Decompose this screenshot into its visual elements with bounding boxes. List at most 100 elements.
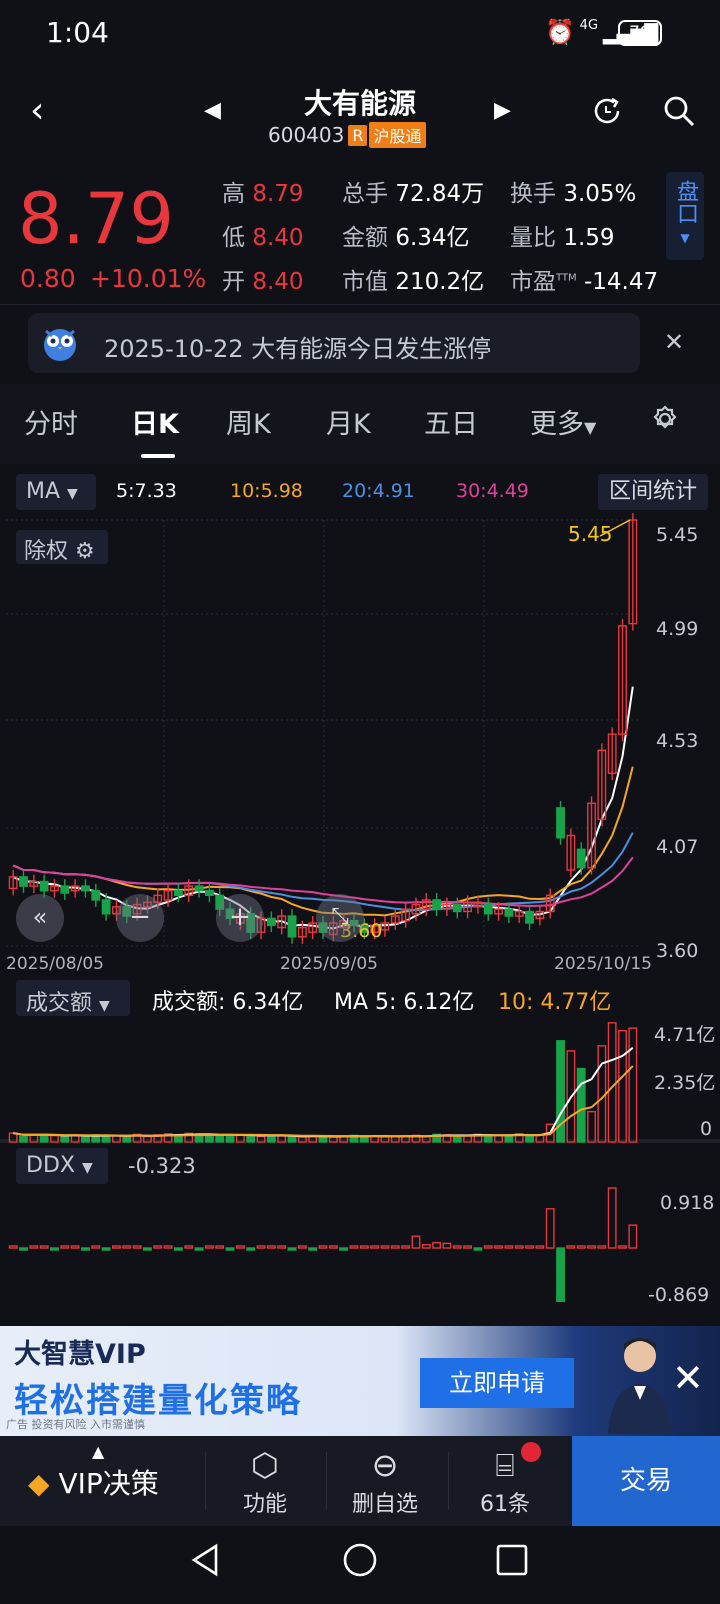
tag-connect[interactable]: 沪股通 (369, 122, 426, 148)
trade-button[interactable]: 交易 (572, 1436, 720, 1526)
volume-bar (225, 1135, 235, 1143)
news-text[interactable]: 2025-10-22 大有能源今日发生涨停 (104, 329, 491, 364)
network-type: 4G (579, 18, 599, 33)
search-icon[interactable] (662, 94, 696, 132)
x-label: 2025/08/05 (6, 954, 104, 974)
active-tab-indicator (141, 454, 175, 458)
ddx-bar (132, 1245, 142, 1249)
nav-back-icon[interactable] (188, 1542, 222, 1582)
volume-bar (297, 1136, 307, 1143)
candle-body (81, 885, 90, 892)
ddx-bar (525, 1245, 534, 1249)
ddx-bar (349, 1245, 359, 1249)
candle-body (432, 899, 442, 910)
y-label: 4.53 (656, 730, 699, 752)
ddx-bar (473, 1247, 483, 1251)
tab-monthly-k[interactable]: 月K (326, 402, 371, 441)
ad-apply-button[interactable]: 立即申请 (420, 1358, 574, 1408)
caret-down-icon: ▼ (584, 418, 597, 437)
adjust-button[interactable]: 除权 ⚙ (16, 530, 108, 564)
battery-indicator: 79 (618, 20, 662, 46)
candle-body (39, 880, 49, 892)
candle-body (19, 876, 28, 887)
nav-recents-icon[interactable] (496, 1544, 528, 1580)
ma-lines (12, 686, 634, 930)
ddx-bar (163, 1245, 173, 1249)
volume-bar (504, 1135, 514, 1143)
candle-body (266, 917, 276, 926)
stat-mktcap: 市值 210.2亿 (342, 269, 485, 295)
ddx-bar (421, 1244, 431, 1249)
volume-bar (143, 1135, 152, 1143)
volume-bar (19, 1135, 28, 1143)
ad-close-icon[interactable]: ✕ (672, 1356, 704, 1400)
x-label: 2025/09/05 (280, 954, 378, 974)
candle-body (483, 903, 493, 915)
zoom-out-icon[interactable]: − (116, 894, 164, 942)
back-button[interactable]: ‹ (30, 90, 44, 131)
indicator-select[interactable]: MA ▼ (16, 474, 96, 510)
ddx-bar (184, 1245, 194, 1249)
ad-brand: 大智慧VIP (14, 1339, 146, 1370)
close-icon[interactable]: ✕ (664, 328, 684, 356)
volume-bar (421, 1135, 431, 1143)
divider (0, 304, 720, 305)
volume-bars (8, 1022, 638, 1143)
vip-decision-button[interactable]: ◆ VIP决策 (28, 1462, 159, 1502)
caret-up-icon[interactable]: ▲ (92, 1442, 104, 1461)
ddx-bar (204, 1245, 214, 1249)
settings-gear-icon[interactable] (650, 404, 680, 438)
notification-dot (521, 1442, 541, 1462)
volume-indicator-select[interactable]: 成交额 ▼ (16, 980, 130, 1016)
vol-y-label: 2.35亿 (654, 1072, 716, 1094)
scroll-left-icon[interactable]: « (16, 894, 64, 942)
tab-weekly-k[interactable]: 周K (226, 402, 271, 441)
stat-open: 开 8.40 (222, 269, 304, 295)
ddx-bar (112, 1245, 121, 1249)
tab-more[interactable]: 更多▼ (530, 402, 596, 441)
tab-five-day[interactable]: 五日 (424, 402, 478, 441)
volume-bar (380, 1136, 390, 1143)
volume-amount: 成交额: 6.34亿 (152, 990, 304, 1015)
owl-icon (40, 323, 80, 367)
messages-button[interactable]: ⌸ 61条 (450, 1446, 560, 1518)
ma5-line (12, 686, 634, 930)
volume-bar (587, 1110, 596, 1143)
caret-down-icon: ▼ (680, 231, 690, 245)
ddx-bar (432, 1242, 442, 1249)
x-label: 2025/10/15 (554, 954, 652, 974)
tab-daily-k[interactable]: 日K (131, 402, 179, 441)
candle-body (504, 908, 514, 917)
stock-name: 大有能源 (303, 87, 416, 120)
volume-bar (122, 1136, 132, 1143)
tab-intraday[interactable]: 分时 (24, 402, 78, 441)
ddx-bar (318, 1245, 328, 1249)
prev-stock-button[interactable]: ◀ (204, 98, 221, 123)
ddx-bar (607, 1187, 617, 1249)
ad-person-image (600, 1330, 680, 1434)
range-stats-button[interactable]: 区间统计 (598, 474, 708, 510)
ddx-indicator-select[interactable]: DDX ▼ (16, 1148, 108, 1184)
next-stock-button[interactable]: ▶ (494, 98, 511, 123)
nav-home-icon[interactable] (342, 1542, 378, 1582)
zoom-in-icon[interactable]: + (216, 894, 264, 942)
ddx-y-label: 0.918 (660, 1192, 715, 1214)
ddx-bar (370, 1245, 380, 1249)
remove-watchlist-button[interactable]: ⊖ 删自选 (330, 1446, 440, 1518)
ddx-bar (60, 1245, 70, 1249)
fullscreen-icon[interactable]: ⤡ (316, 894, 364, 942)
ddx-bar (50, 1247, 59, 1251)
stat-volume: 总手 72.84万 (342, 181, 485, 207)
function-button[interactable]: ⬡ 功能 (210, 1446, 320, 1518)
volume-ma5-line (13, 1047, 634, 1138)
candle-body (60, 885, 70, 894)
ma20-value: 20:4.91 (342, 480, 415, 502)
volume-bar (266, 1134, 276, 1143)
ddx-bar (587, 1245, 596, 1249)
pankou-button[interactable]: 盘口 ▼ (666, 172, 704, 260)
candle-body (173, 890, 183, 897)
volume-bar (60, 1135, 70, 1143)
candle-body (101, 899, 111, 915)
refresh-icon[interactable] (590, 94, 624, 132)
ddx-bar (8, 1245, 18, 1249)
